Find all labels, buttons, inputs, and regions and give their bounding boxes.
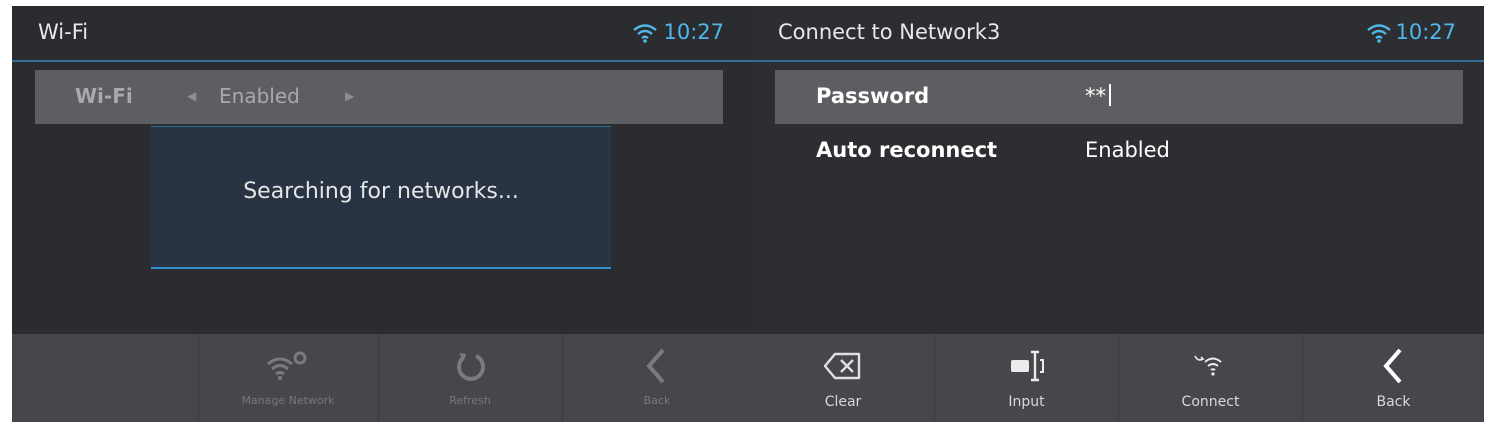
- password-field-row[interactable]: Password **: [775, 70, 1463, 124]
- connect-button[interactable]: Connect: [1119, 334, 1302, 422]
- clear-button[interactable]: Clear: [752, 334, 934, 422]
- manage-network-icon: [198, 346, 378, 386]
- back-label: Back: [1376, 394, 1411, 410]
- wifi-signal-icon: [1366, 23, 1392, 43]
- manage-network-label: Manage Network: [241, 394, 335, 407]
- back-icon: [1303, 346, 1484, 386]
- softkey-toolbar: Clear Input Connect Back: [752, 334, 1484, 422]
- back-icon: [562, 346, 752, 386]
- clock: 10:27: [663, 20, 724, 44]
- back-label: Back: [643, 394, 671, 407]
- connect-label: Connect: [1181, 394, 1240, 410]
- auto-reconnect-value: Enabled: [1085, 138, 1170, 162]
- wifi-row-value: Enabled: [219, 84, 300, 108]
- wifi-toggle-row[interactable]: Wi-Fi ◀ Enabled ▶: [35, 70, 723, 124]
- password-input[interactable]: **: [1085, 84, 1111, 108]
- title-bar: Wi-Fi 10:27: [12, 6, 752, 62]
- softkey-toolbar: Manage Network Refresh Back: [12, 334, 752, 422]
- prev-arrow-icon[interactable]: ◀: [187, 89, 196, 103]
- backspace-icon: [752, 346, 934, 386]
- refresh-button[interactable]: Refresh: [378, 334, 562, 422]
- wifi-signal-icon: [632, 23, 658, 43]
- back-button[interactable]: Back: [562, 334, 752, 422]
- connect-network-screen: Connect to Network3 10:27 Password ** Au…: [752, 6, 1484, 422]
- manage-network-button[interactable]: Manage Network: [198, 334, 378, 422]
- keyboard-input-icon: [935, 346, 1118, 386]
- refresh-icon: [378, 346, 562, 386]
- wifi-row-label: Wi-Fi: [75, 84, 133, 108]
- auto-reconnect-label: Auto reconnect: [816, 138, 998, 162]
- clear-label: Clear: [824, 394, 862, 410]
- back-button[interactable]: Back: [1303, 334, 1484, 422]
- next-arrow-icon[interactable]: ▶: [345, 89, 354, 103]
- wifi-screen: Wi-Fi 10:27 Wi-Fi ◀ Enabled ▶ Searching …: [12, 6, 752, 422]
- title-bar: Connect to Network3 10:27: [752, 6, 1484, 62]
- auto-reconnect-row[interactable]: Auto reconnect Enabled: [775, 124, 1463, 178]
- password-label: Password: [816, 84, 930, 108]
- password-value: **: [1085, 84, 1106, 108]
- clock: 10:27: [1395, 20, 1456, 44]
- text-cursor: [1109, 84, 1111, 106]
- searching-dialog: Searching for networks...: [151, 126, 611, 269]
- page-title: Connect to Network3: [778, 20, 1001, 44]
- connect-wifi-icon: [1119, 346, 1302, 386]
- dialog-message: Searching for networks...: [243, 179, 519, 204]
- refresh-label: Refresh: [449, 394, 491, 407]
- page-title: Wi-Fi: [38, 20, 89, 44]
- input-button[interactable]: Input: [935, 334, 1118, 422]
- input-label: Input: [1008, 394, 1045, 410]
